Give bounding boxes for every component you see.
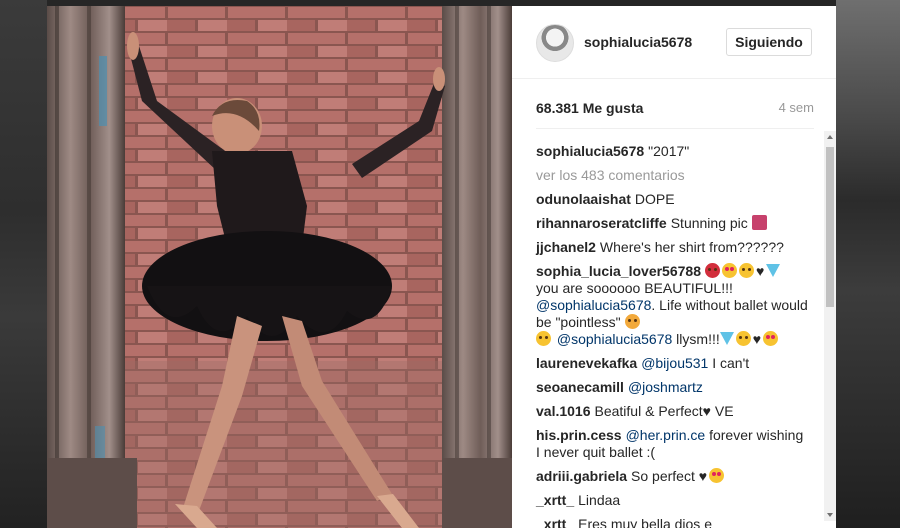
black-heart-emoji-icon: ♥ [756,263,765,279]
likes-count[interactable]: 68.381 Me gusta [536,100,643,116]
black-heart-emoji-icon: ♥ [752,331,762,347]
comment-username[interactable]: seoanecamill [536,379,624,395]
scroll-up-arrow-icon[interactable] [827,135,833,139]
post-photo[interactable] [47,6,512,528]
comment-username[interactable]: laurenevekafka [536,355,637,371]
likes-row: 68.381 Me gusta 4 sem [536,100,814,120]
comment-text: Where's her shirt from?????? [599,239,784,255]
ballerina-photo-image [47,6,512,528]
comment-item: val.1016 Beatiful & Perfect♥ VE [536,403,810,420]
comment-text: llysm!!! [672,331,720,347]
caption: sophialucia5678 "2017" [536,143,810,160]
post-author-username[interactable]: sophialucia5678 [584,34,692,50]
comment-username[interactable]: sophia_lucia_lover56788 [536,263,701,279]
scrollbar-thumb[interactable] [826,147,834,307]
comment-mention[interactable]: @joshmartz [628,379,703,395]
post-time[interactable]: 4 sem [779,100,814,115]
comment-item: _xrtt_ Eres muy bella dios e [536,516,810,528]
comment-item: adriii.gabriela So perfect ♥ [536,468,810,485]
heart-eyes-emoji-icon [709,468,725,483]
comment-item: seoanecamill @joshmartz [536,379,810,396]
backdrop-feed-left [0,0,47,528]
comment-text: Stunning pic [670,215,748,231]
crying-face-emoji-icon [624,314,640,329]
following-button[interactable]: Siguiendo [726,28,812,56]
comment-username[interactable]: _xrtt_ [536,492,574,508]
post-details-panel: sophialucia5678 Siguiendo 68.381 Me gust… [512,6,836,528]
comment-item: _xrtt_ Lindaa [536,492,810,509]
comment-mention[interactable]: @her.prin.ce [626,427,706,443]
avatar[interactable] [536,24,574,62]
divider [536,128,814,129]
comment-username[interactable]: his.prin.cess [536,427,622,443]
comment-item: sophia_lucia_lover56788 ♥ you are soooooo… [536,263,810,348]
backdrop-feed-right [836,0,900,528]
comment-username[interactable]: jjchanel2 [536,239,596,255]
comment-username[interactable]: rihannaroseratcliffe [536,215,667,231]
broken-heart-emoji-icon [705,263,720,278]
kissing-face-emoji-icon [536,331,551,346]
comment-text: So perfect [631,468,695,484]
view-all-comments-link[interactable]: ver los 483 comentarios [536,167,685,184]
comment-text: Lindaa [578,492,621,508]
black-heart-emoji-icon: ♥ [698,468,708,484]
kissing-face-emoji-icon [735,331,751,346]
comment-text: you are soooooo BEAUTIFUL!!! [536,280,733,296]
comment-text: DOPE [634,191,675,207]
comment-text: Beatiful & Perfect♥ VE [594,403,734,419]
heart-eyes-emoji-icon [722,263,737,278]
comment-mention[interactable]: @sophialucia5678 [536,297,651,313]
comment-username[interactable]: odunolaaishat [536,191,631,207]
comment-text: Eres muy bella dios e [578,516,712,528]
gem-emoji-icon [719,332,734,345]
comment-item: jjchanel2 Where's her shirt from?????? [536,239,810,256]
kissing-face-emoji-icon [739,263,754,278]
comment-username[interactable]: _xrtt_ [536,516,574,528]
comment-text: I can't [708,355,750,371]
comment-item: odunolaaishat DOPE [536,191,810,208]
caption-text: "2017" [648,143,690,159]
scroll-down-arrow-icon[interactable] [827,513,833,517]
comments-scrollbar[interactable] [824,131,836,521]
comment-username[interactable]: val.1016 [536,403,591,419]
gem-emoji-icon [766,264,781,277]
post-header: sophialucia5678 Siguiendo [512,6,836,79]
comment-username[interactable]: sophialucia5678 [536,143,644,159]
comments-list: sophialucia5678 "2017" ver los 483 coment… [536,136,810,528]
comment-username[interactable]: adriii.gabriela [536,468,627,484]
comment-item: laurenevekafka @bijou531 I can't [536,355,810,372]
view-all-comments: ver los 483 comentarios [536,167,810,184]
comment-item: his.prin.cess @her.prin.ce forever wishin… [536,427,810,461]
heart-eyes-emoji-icon [763,331,779,346]
dancers-emoji-icon [751,215,767,230]
comment-item: rihannaroseratcliffe Stunning pic [536,215,810,232]
comment-mention[interactable]: @bijou531 [641,355,708,371]
comment-mention[interactable]: @sophialucia5678 [557,331,672,347]
